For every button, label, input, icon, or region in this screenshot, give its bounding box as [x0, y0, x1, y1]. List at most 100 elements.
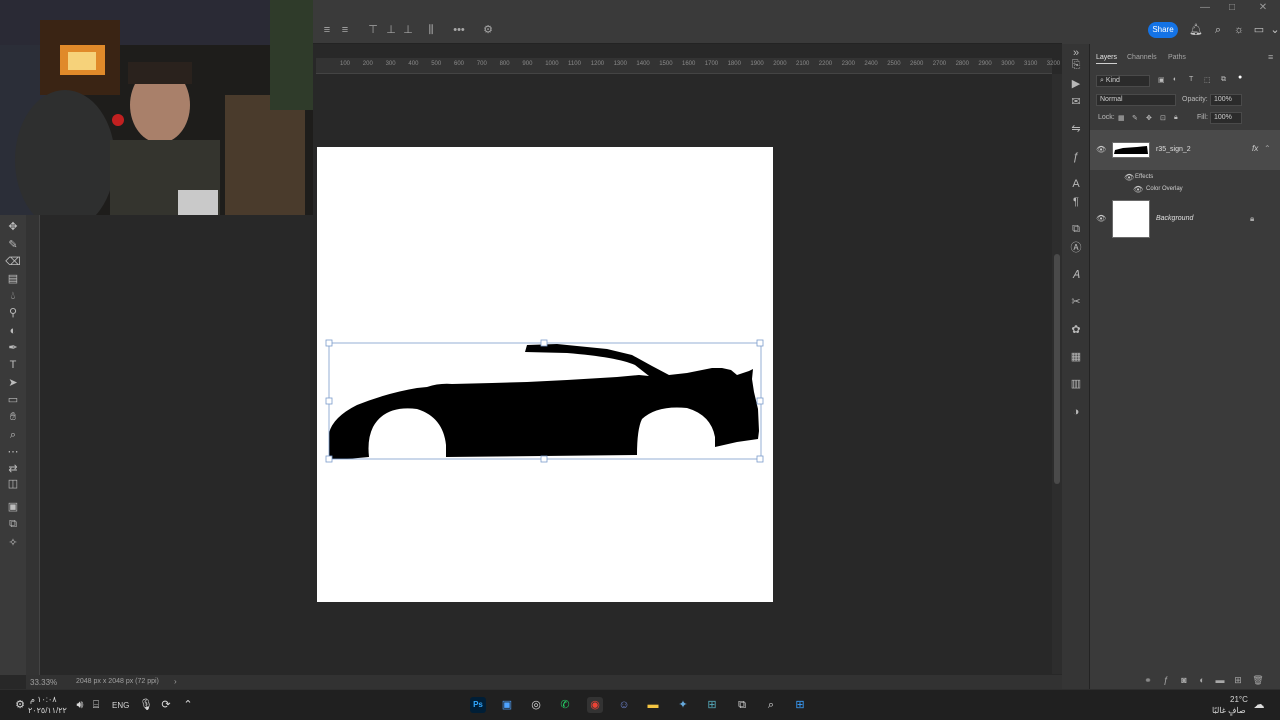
more-options-icon[interactable]: •••: [452, 23, 466, 37]
lock-image-icon[interactable]: ✎: [1132, 114, 1138, 122]
fx-badge[interactable]: fx: [1252, 144, 1258, 153]
zoom-tool-icon[interactable]: ⌕: [5, 427, 21, 443]
type-options-icon[interactable]: 𝐴: [1069, 268, 1083, 282]
swap-colors-icon[interactable]: ⇄: [5, 461, 21, 477]
chevron-up-icon[interactable]: ⌃: [180, 697, 196, 713]
tab-layers[interactable]: Layers: [1096, 54, 1118, 64]
layer-row[interactable]: 👁︎ r35_sign_2 fx ⌃: [1090, 130, 1280, 170]
character-icon[interactable]: A: [1069, 177, 1083, 191]
visibility-eye-icon[interactable]: 👁︎: [1096, 146, 1106, 154]
obs-app-icon[interactable]: ◎: [528, 697, 544, 713]
car-silhouette-layer[interactable]: [317, 147, 773, 602]
effects-eye-icon[interactable]: 👁︎: [1124, 174, 1134, 182]
sync-icon[interactable]: ⟳: [158, 697, 174, 713]
layer-row[interactable]: 👁︎ Background 🔒︎: [1090, 199, 1280, 239]
fx-icon[interactable]: ƒ: [1069, 150, 1083, 164]
start-windows-icon[interactable]: ⊞: [792, 697, 808, 713]
add-style-icon[interactable]: ƒ: [1160, 674, 1172, 686]
glyphs-icon[interactable]: Ⓐ: [1069, 241, 1083, 255]
minimize-button[interactable]: —: [1198, 2, 1212, 14]
lock-icon[interactable]: 🔒︎: [1250, 214, 1254, 224]
align-left-icon[interactable]: ≡: [320, 23, 334, 37]
adjustments-icon[interactable]: ⇋: [1069, 122, 1083, 136]
task-view-icon[interactable]: ⧉: [734, 697, 750, 713]
layer-name[interactable]: Background: [1156, 215, 1193, 222]
add-mask-icon[interactable]: ◙: [1178, 674, 1190, 686]
align-center-icon[interactable]: ≡: [338, 23, 352, 37]
comments-icon[interactable]: ✉: [1069, 95, 1083, 109]
color-wheel-icon[interactable]: ✿: [1069, 323, 1083, 337]
window-app-icon[interactable]: ▣: [499, 697, 515, 713]
libraries-icon[interactable]: ⧉: [1069, 222, 1083, 236]
filter-adjustment-icon[interactable]: ◐: [1173, 76, 1177, 83]
type-tool-icon[interactable]: T: [5, 357, 21, 373]
eraser-tool-icon[interactable]: ⌫: [5, 254, 21, 270]
lock-all-icon[interactable]: 🔒︎: [1174, 114, 1178, 122]
swatches-icon[interactable]: ▦: [1069, 350, 1083, 364]
layer-name[interactable]: r35_sign_2: [1156, 146, 1191, 153]
effects-row[interactable]: 👁︎ Effects: [1090, 172, 1280, 184]
distribute-icon[interactable]: ⫼: [424, 23, 438, 37]
temperature[interactable]: 21°C: [1230, 695, 1248, 704]
weather-text[interactable]: صافٍ غالبًا: [1212, 706, 1246, 715]
tab-channels[interactable]: Channels: [1127, 54, 1157, 61]
gradient-tool-icon[interactable]: ▤: [5, 271, 21, 287]
lock-transparent-icon[interactable]: ▦: [1118, 114, 1125, 122]
chevron-up-icon[interactable]: ⌃: [1264, 144, 1271, 153]
color-overlay-row[interactable]: 👁︎ Color Overlay: [1090, 184, 1280, 196]
paragraph-icon[interactable]: ¶: [1069, 195, 1083, 209]
filter-type-icon[interactable]: T: [1189, 76, 1193, 83]
store-app-icon[interactable]: ⊞: [704, 697, 720, 713]
panel-menu-icon[interactable]: ≡: [1268, 52, 1273, 62]
settings-gear-icon[interactable]: ⚙: [12, 697, 28, 713]
tab-paths[interactable]: Paths: [1168, 54, 1186, 61]
tools-scissors-icon[interactable]: ✂: [1069, 295, 1083, 309]
lightbulb-icon[interactable]: ☼: [1232, 23, 1246, 37]
blend-mode-select[interactable]: Normal: [1096, 94, 1176, 106]
align-top-icon[interactable]: ⊤: [366, 23, 380, 37]
lock-artboard-icon[interactable]: ⊡: [1160, 114, 1166, 122]
opacity-input[interactable]: 100%: [1210, 94, 1242, 106]
navigator-icon[interactable]: ◑: [1069, 405, 1083, 419]
settings-icon[interactable]: ⚙: [481, 23, 495, 37]
maximize-button[interactable]: □: [1225, 2, 1239, 14]
vertical-scrollbar[interactable]: [1052, 74, 1062, 674]
blur-tool-icon[interactable]: 💧︎: [5, 288, 21, 304]
pen-tool-icon[interactable]: ✒: [5, 340, 21, 356]
fill-input[interactable]: 100%: [1210, 112, 1242, 124]
volume-icon[interactable]: 🔊︎: [72, 697, 88, 713]
move-tool-icon[interactable]: ✥: [5, 219, 21, 235]
filter-shape-icon[interactable]: ⬚: [1204, 76, 1211, 84]
chrome-app-icon[interactable]: ◉: [587, 697, 603, 713]
visibility-eye-icon[interactable]: 👁︎: [1096, 215, 1106, 223]
share-button[interactable]: Share: [1148, 22, 1178, 38]
chevron-down-icon[interactable]: ⌄: [1268, 23, 1280, 37]
new-adjustment-icon[interactable]: ◐: [1196, 674, 1208, 686]
align-middle-icon[interactable]: ⊥: [384, 23, 398, 37]
copilot-app-icon[interactable]: ✦: [675, 697, 691, 713]
gradients-icon[interactable]: ▥: [1069, 377, 1083, 391]
rectangle-tool-icon[interactable]: ▭: [5, 392, 21, 408]
hand-tool-icon[interactable]: ✋︎: [5, 409, 21, 425]
link-layers-icon[interactable]: ⚭: [1142, 674, 1154, 686]
quick-mask-icon[interactable]: ▣: [5, 499, 21, 515]
clock-time[interactable]: ١٠:٠٨ م: [30, 695, 57, 704]
close-button[interactable]: ✕: [1256, 2, 1270, 14]
chevron-right-icon[interactable]: ›: [174, 677, 177, 686]
filter-pixel-icon[interactable]: ▣: [1158, 76, 1165, 84]
more-tools-icon[interactable]: ⋯: [5, 444, 21, 460]
lock-position-icon[interactable]: ✥: [1146, 114, 1152, 122]
generative-icon[interactable]: ✧: [5, 535, 21, 551]
screen-mode-icon[interactable]: ⧉: [5, 516, 21, 532]
zoom-level[interactable]: 33.33%: [30, 678, 57, 687]
trash-icon[interactable]: 🗑︎: [1252, 674, 1264, 686]
document-canvas[interactable]: [317, 147, 773, 602]
weather-cloud-icon[interactable]: ☁: [1251, 697, 1267, 713]
new-layer-icon[interactable]: ⊞: [1232, 674, 1244, 686]
whatsapp-app-icon[interactable]: ✆: [557, 697, 573, 713]
scroll-thumb[interactable]: [1054, 254, 1060, 484]
path-selection-tool-icon[interactable]: ➤: [5, 375, 21, 391]
discord-app-icon[interactable]: ☺: [616, 697, 632, 713]
taskbar-search-icon[interactable]: ⌕: [763, 697, 779, 713]
language-indicator[interactable]: ENG: [112, 701, 129, 710]
